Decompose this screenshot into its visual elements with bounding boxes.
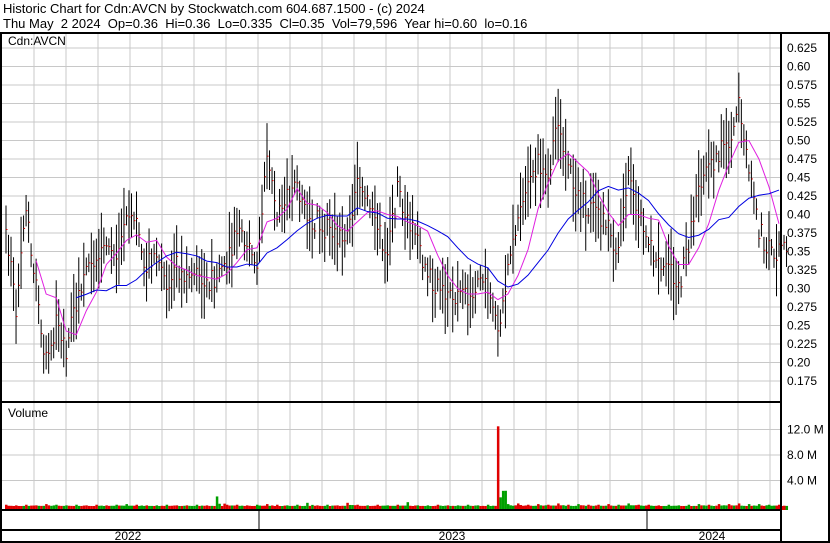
year-label: 2022 xyxy=(115,529,142,543)
volume-bar xyxy=(504,490,507,510)
volume-tick-label: 8.0 M xyxy=(787,448,817,462)
volume-bar xyxy=(499,497,502,510)
volume-bar xyxy=(215,496,219,510)
volume-tick-label: 4.0 M xyxy=(787,474,817,488)
volume-bar xyxy=(306,502,309,510)
price-tick-label: 0.625 xyxy=(787,41,817,55)
price-tick-label: 0.575 xyxy=(787,78,817,92)
volume-bar xyxy=(346,502,349,510)
price-tick-label: 0.325 xyxy=(787,263,817,277)
price-tick-label: 0.40 xyxy=(787,208,811,222)
price-tick-label: 0.60 xyxy=(787,60,811,74)
volume-bar xyxy=(406,502,410,510)
price-chart: 0.625 0.60 0.575 0.55 0.525 0.50 0.475 0.45 0.42… xyxy=(0,32,830,543)
year-label: 2024 xyxy=(699,529,726,543)
chart-window: Historic Chart for Cdn:AVCN by Stockwatc… xyxy=(0,0,830,543)
price-tick-label: 0.375 xyxy=(787,226,817,240)
price-tick-label: 0.20 xyxy=(787,356,811,370)
volume-bar xyxy=(783,505,786,510)
volume-label: Volume xyxy=(8,406,48,420)
price-tick-label: 0.225 xyxy=(787,337,817,351)
volume-tick-label: 12.0 M xyxy=(787,423,824,437)
price-tick-label: 0.30 xyxy=(787,282,811,296)
volume-bar xyxy=(785,505,789,510)
price-tick-label: 0.425 xyxy=(787,189,817,203)
price-tick-label: 0.275 xyxy=(787,300,817,314)
volume-bar xyxy=(501,490,505,510)
volume-bar xyxy=(496,426,500,510)
price-tick-label: 0.45 xyxy=(787,171,811,185)
price-tick-label: 0.25 xyxy=(787,319,811,333)
price-tick-label: 0.50 xyxy=(787,134,811,148)
price-tick-label: 0.175 xyxy=(787,374,817,388)
price-tick-label: 0.475 xyxy=(787,152,817,166)
year-label: 2023 xyxy=(439,529,466,543)
price-tick-label: 0.35 xyxy=(787,245,811,259)
price-tick-label: 0.55 xyxy=(787,97,811,111)
symbol-label: Cdn:AVCN xyxy=(8,34,66,48)
price-tick-label: 0.525 xyxy=(787,115,817,129)
